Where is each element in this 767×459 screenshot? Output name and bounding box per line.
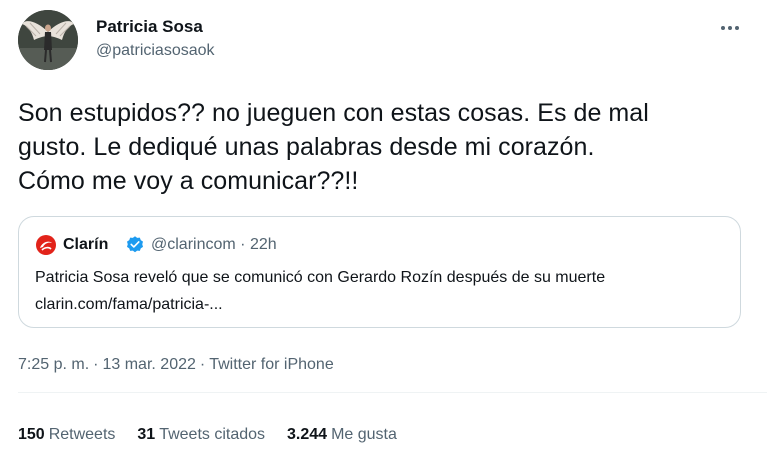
retweets-count: 150 bbox=[18, 426, 45, 443]
meta-separator: · bbox=[93, 356, 99, 373]
meta-separator: · bbox=[199, 356, 206, 373]
quoted-handle: @clarincom bbox=[151, 236, 236, 253]
more-icon-dot bbox=[735, 26, 739, 30]
more-icon-dot bbox=[728, 26, 732, 30]
quote-tweets-stat[interactable]: 31 Tweets citados bbox=[137, 424, 265, 446]
author-display-name[interactable]: Patricia Sosa bbox=[96, 16, 215, 38]
tweet-source[interactable]: Twitter for iPhone bbox=[209, 356, 334, 373]
retweets-label: Retweets bbox=[48, 426, 116, 443]
quoted-tweet-link[interactable]: clarin.com/fama/patricia-... bbox=[35, 293, 223, 317]
angel-wings-avatar-icon bbox=[18, 10, 78, 70]
tweet-stats: 150 Retweets 31 Tweets citados 3.244 Me gus… bbox=[18, 424, 397, 446]
quoted-author-name: Clarín bbox=[63, 236, 109, 253]
clarin-logo-icon bbox=[35, 234, 57, 256]
quote-tweets-label: Tweets citados bbox=[159, 426, 266, 443]
more-options-button[interactable] bbox=[716, 18, 744, 38]
retweets-stat[interactable]: 150 Retweets bbox=[18, 424, 115, 446]
quoted-tweet-text: Patricia Sosa reveló que se comunicó con… bbox=[35, 269, 606, 286]
quote-tweets-count: 31 bbox=[137, 426, 156, 443]
author-handle[interactable]: @patriciasosaok bbox=[96, 40, 215, 62]
likes-count: 3.244 bbox=[287, 426, 328, 443]
author-avatar[interactable] bbox=[18, 10, 78, 70]
divider bbox=[18, 392, 767, 393]
tweet-time[interactable]: 7:25 p. m. bbox=[18, 356, 89, 373]
tweet-card: Patricia Sosa @patriciasosaok Son estupi… bbox=[0, 0, 767, 459]
quoted-tweet-card[interactable]: Clarín @clarincom · 22h Patricia Sosa re… bbox=[18, 216, 741, 328]
quoted-meta: @clarincom · 22h bbox=[151, 234, 277, 256]
tweet-text: Son estupidos?? no jueguen con estas cos… bbox=[18, 99, 649, 195]
tweet-date[interactable]: 13 mar. 2022 bbox=[102, 356, 195, 373]
tweet-timestamp-line: 7:25 p. m. · 13 mar. 2022 · Twitter for iPho… bbox=[18, 354, 334, 376]
quoted-separator: · bbox=[240, 236, 246, 253]
verified-badge-icon bbox=[125, 235, 145, 255]
likes-stat[interactable]: 3.244 Me gusta bbox=[287, 424, 397, 446]
more-icon-dot bbox=[721, 26, 725, 30]
quoted-time: 22h bbox=[249, 236, 277, 253]
likes-label: Me gusta bbox=[331, 426, 397, 443]
author-info: Patricia Sosa @patriciasosaok bbox=[96, 16, 215, 62]
